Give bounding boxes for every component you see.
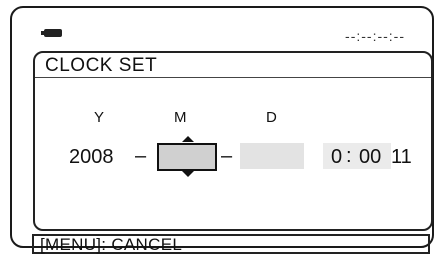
time-separator: :: [346, 145, 352, 167]
minutes-value[interactable]: 00: [359, 146, 381, 169]
label-day: D: [266, 109, 277, 126]
day-field[interactable]: [240, 143, 304, 169]
year-field[interactable]: 2008: [69, 146, 114, 169]
title-divider: [35, 77, 431, 78]
month-field[interactable]: [157, 143, 217, 171]
label-year: Y: [94, 109, 105, 126]
page-title: CLOCK SET: [45, 55, 158, 76]
status-time: --:--:--:--: [345, 28, 405, 44]
increment-arrow-icon[interactable]: [182, 136, 194, 142]
label-month: M: [174, 109, 187, 126]
decrement-arrow-icon[interactable]: [182, 171, 194, 177]
date-separator: –: [135, 145, 147, 167]
menu-cancel-bar[interactable]: [MENU]: CANCEL: [32, 234, 430, 254]
seconds-value: 11: [391, 146, 412, 168]
date-separator: –: [221, 145, 233, 167]
hour-value[interactable]: 0: [331, 146, 342, 169]
cancel-label: [MENU]: CANCEL: [40, 235, 183, 254]
battery-icon: [41, 29, 62, 37]
camera-lcd-screen: --:--:--:-- CLOCK SET Y M D 2008 – – 0 :…: [10, 6, 434, 254]
clock-set-panel: CLOCK SET Y M D 2008 – – 0 : 00 11: [33, 51, 433, 231]
